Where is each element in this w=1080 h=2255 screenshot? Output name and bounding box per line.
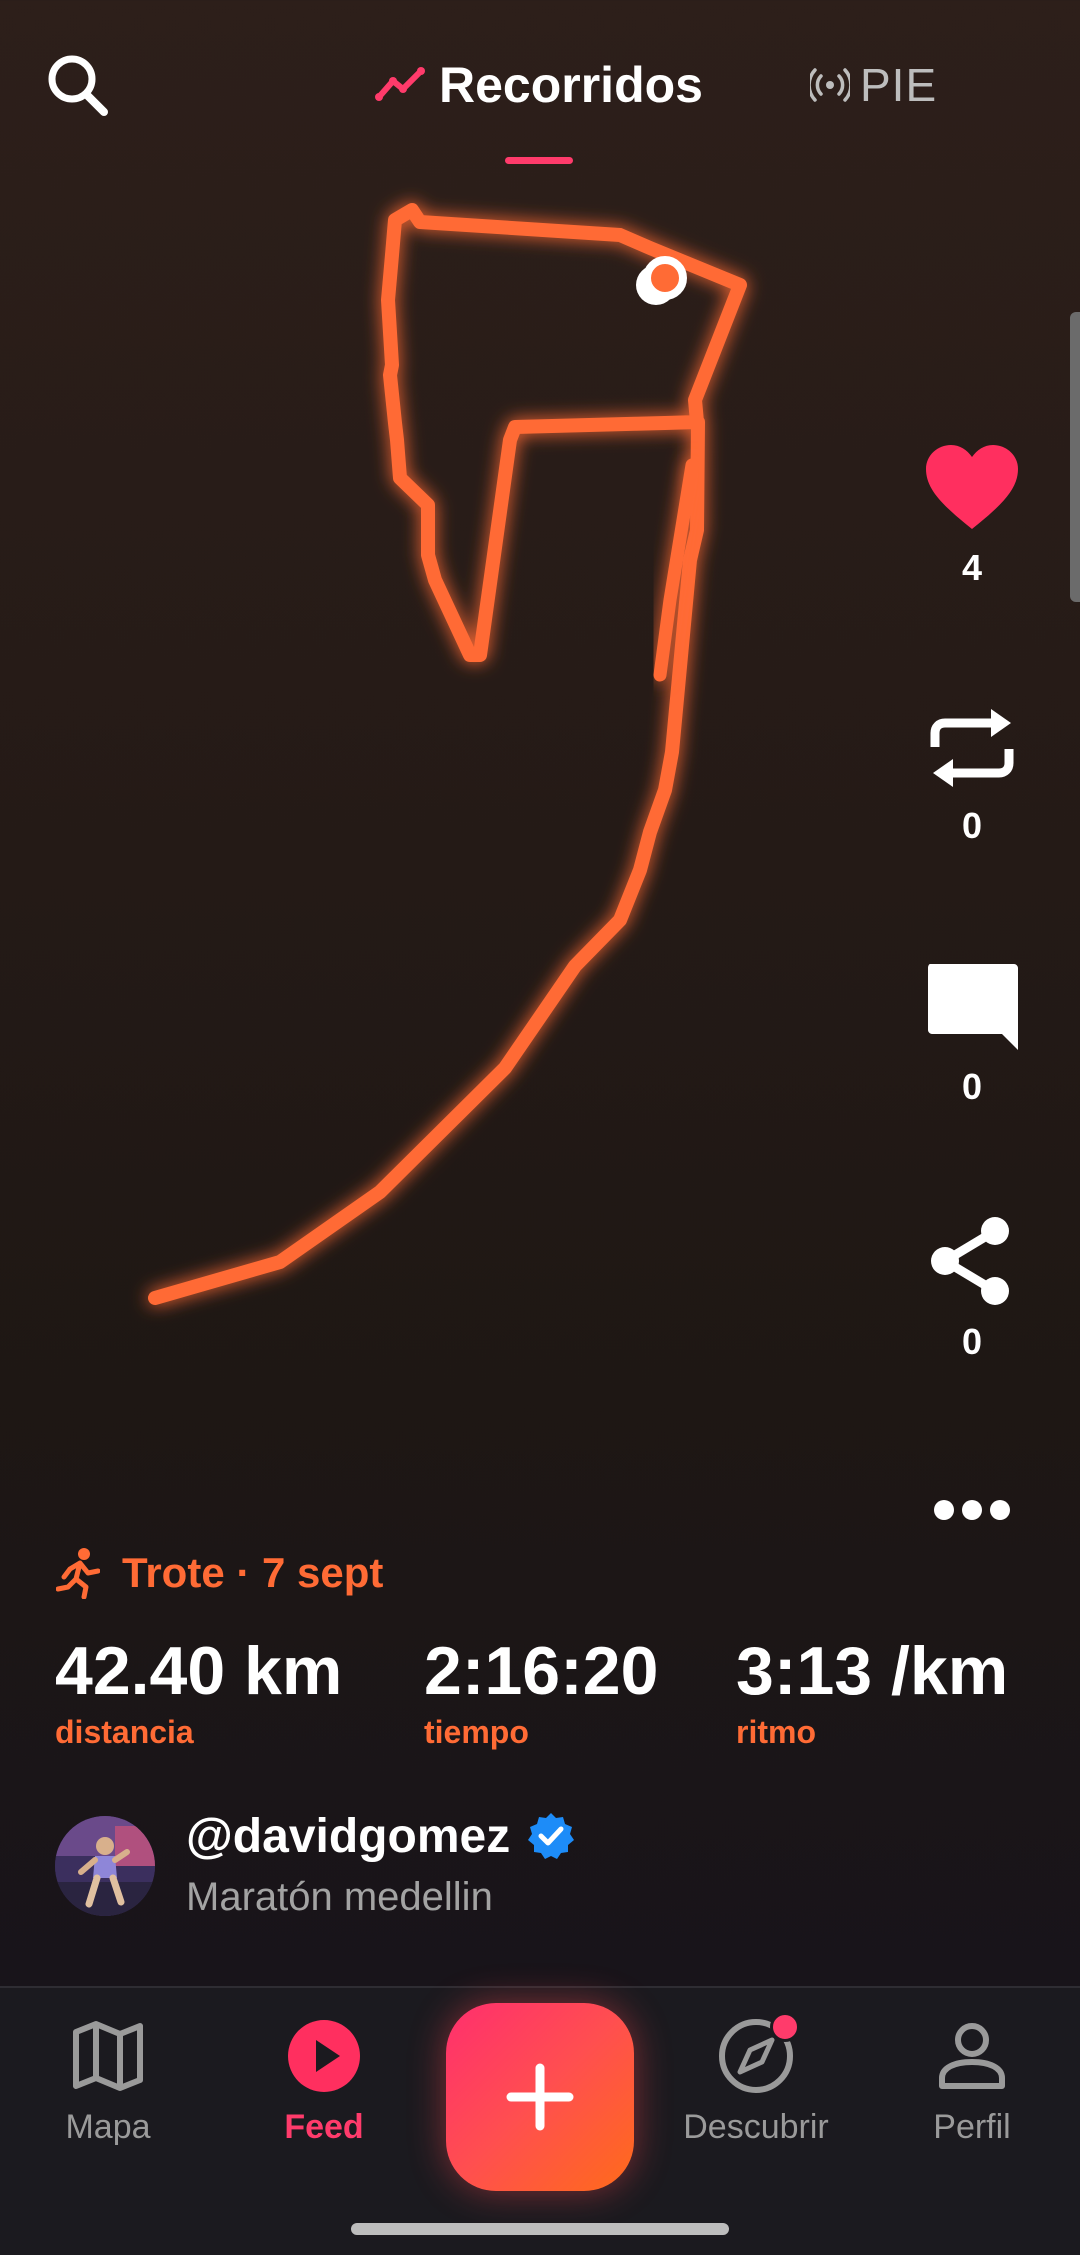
route-path <box>148 203 747 1305</box>
comment-icon <box>928 964 1018 1050</box>
nav-descubrir-label: Descubrir <box>683 2108 829 2146</box>
heart-icon <box>926 445 1018 529</box>
nav-descubrir[interactable]: Descubrir <box>666 2012 846 2147</box>
activity-type: Trote · 7 sept <box>56 1545 383 1601</box>
pace-value: 3:13 /km <box>736 1633 1009 1709</box>
tab-pie[interactable]: PIE <box>810 40 937 130</box>
time-label: tiempo <box>424 1714 529 1750</box>
avatar[interactable] <box>55 1816 155 1916</box>
stat-distance: 42.40 km distancia <box>55 1632 342 1752</box>
tab-pie-label: PIE <box>860 59 938 111</box>
stat-time: 2:16:20 tiempo <box>424 1632 658 1752</box>
create-activity-button[interactable] <box>446 2003 634 2191</box>
nav-feed[interactable]: Feed <box>234 2014 414 2147</box>
repost-count: 0 <box>961 805 983 846</box>
nav-perfil-label: Perfil <box>933 2108 1011 2146</box>
broadcast-icon <box>810 68 850 102</box>
like-action[interactable]: 4 <box>912 445 1032 589</box>
route-end-marker <box>643 256 687 300</box>
distance-value: 42.40 km <box>55 1633 343 1709</box>
repost-icon <box>930 709 1014 787</box>
share-action[interactable]: 0 <box>912 1215 1032 1363</box>
activity-type-label: Trote · 7 sept <box>122 1549 384 1596</box>
plus-icon <box>506 2063 574 2131</box>
runner-icon <box>56 1548 100 1599</box>
share-count: 0 <box>961 1321 983 1362</box>
distance-label: distancia <box>55 1714 194 1750</box>
user-info[interactable]: @davidgomez <box>186 1805 576 1867</box>
map-icon <box>73 2021 143 2091</box>
stat-pace: 3:13 /km ritmo <box>736 1632 1008 1752</box>
trend-line-icon <box>375 67 425 101</box>
tab-recorridos-label: Recorridos <box>439 57 703 113</box>
tab-recorridos[interactable]: Recorridos <box>375 40 703 130</box>
more-icon <box>934 1500 1010 1520</box>
person-icon <box>939 2023 1005 2089</box>
comment-action[interactable]: 0 <box>912 960 1032 1108</box>
feed-tabs: Recorridos PIE <box>0 40 1080 164</box>
more-options-button[interactable] <box>912 1495 1032 1525</box>
time-value: 2:16:20 <box>424 1633 659 1709</box>
username[interactable]: @davidgomez <box>186 1809 510 1864</box>
nav-mapa[interactable]: Mapa <box>18 2014 198 2147</box>
nav-perfil[interactable]: Perfil <box>882 2014 1062 2147</box>
avatar-photo <box>55 1816 155 1916</box>
play-icon <box>288 2020 360 2092</box>
repost-action[interactable]: 0 <box>912 705 1032 847</box>
verified-badge-icon <box>528 1813 575 1859</box>
home-indicator[interactable] <box>351 2223 729 2235</box>
notification-badge <box>770 2012 800 2042</box>
nav-mapa-label: Mapa <box>65 2108 151 2146</box>
pace-label: ritmo <box>736 1714 816 1750</box>
like-count: 4 <box>961 547 983 588</box>
nav-feed-label: Feed <box>284 2108 364 2146</box>
share-icon <box>931 1217 1009 1305</box>
activity-caption: Maratón medellin <box>186 1875 493 1919</box>
comment-count: 0 <box>961 1066 983 1107</box>
